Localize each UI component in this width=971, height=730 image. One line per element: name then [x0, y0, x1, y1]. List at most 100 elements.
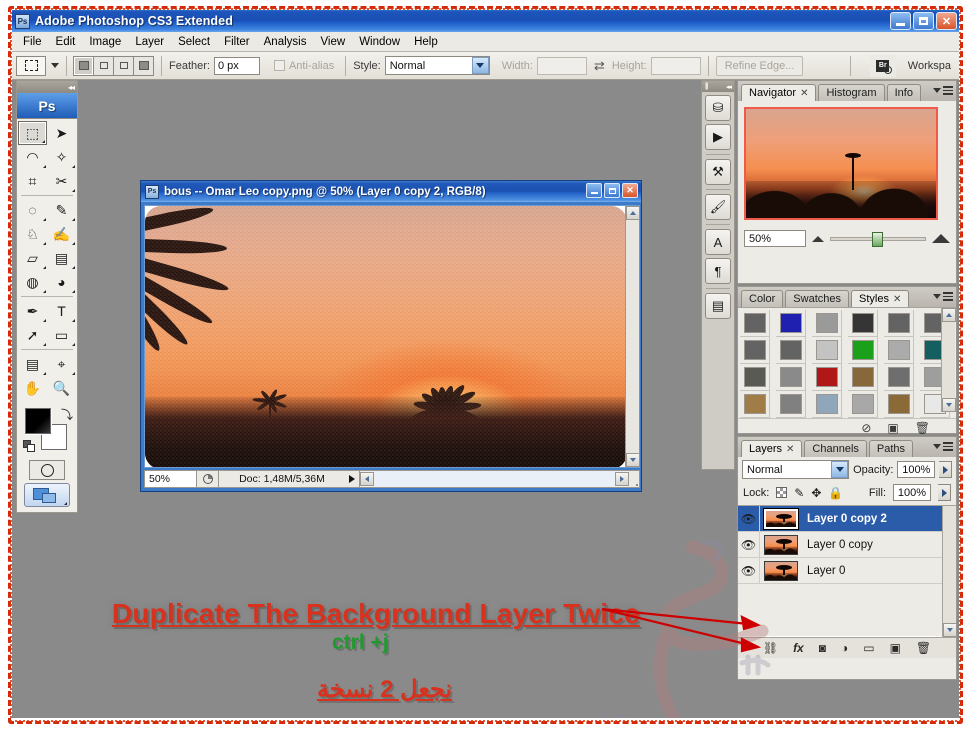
foreground-color-swatch[interactable]: [25, 408, 51, 434]
menu-view[interactable]: View: [313, 34, 352, 50]
close-icon[interactable]: ✕: [786, 444, 794, 455]
style-swatch[interactable]: [884, 310, 914, 337]
screen-mode-button[interactable]: [24, 483, 70, 507]
scroll-up-button[interactable]: [942, 308, 956, 322]
lock-transparent-pixels-icon[interactable]: [776, 487, 788, 498]
eraser-tool[interactable]: ▱: [18, 246, 47, 270]
quick-mask-button[interactable]: [29, 460, 65, 480]
resize-grip[interactable]: [629, 471, 639, 487]
style-swatch[interactable]: [740, 364, 770, 391]
close-icon[interactable]: ✕: [893, 294, 901, 305]
clone-stamp-tool[interactable]: ♘: [18, 222, 47, 246]
layer-thumbnail[interactable]: [763, 507, 799, 530]
style-swatch[interactable]: [776, 364, 806, 391]
scroll-down-button[interactable]: [626, 453, 639, 467]
zoom-slider-handle[interactable]: [872, 231, 884, 247]
width-input[interactable]: [536, 56, 587, 75]
scroll-down-button[interactable]: [942, 398, 956, 412]
lock-position-icon[interactable]: ✥: [811, 486, 821, 500]
history-brush-tool[interactable]: ✍: [47, 222, 76, 246]
close-icon[interactable]: ✕: [800, 88, 808, 99]
delete-layer-icon[interactable]: 🗑: [916, 641, 931, 655]
fill-slider-button[interactable]: [938, 484, 951, 501]
dodge-tool[interactable]: ◕: [47, 270, 76, 294]
scroll-up-button[interactable]: [626, 206, 639, 220]
scroll-right-button[interactable]: [615, 472, 629, 486]
go-to-bridge-button[interactable]: Br: [869, 54, 896, 77]
layer-thumbnail[interactable]: [764, 534, 798, 555]
layer-thumbnail[interactable]: [764, 560, 798, 581]
style-swatch[interactable]: [740, 391, 770, 418]
menu-layer[interactable]: Layer: [128, 34, 171, 50]
document-maximize-button[interactable]: [604, 183, 620, 198]
style-swatch[interactable]: [848, 391, 878, 418]
menu-analysis[interactable]: Analysis: [257, 34, 314, 50]
blur-tool[interactable]: ◍: [18, 270, 47, 294]
layers-scrollbar[interactable]: [942, 506, 957, 637]
style-swatch[interactable]: [884, 364, 914, 391]
tool-preset-picker[interactable]: [16, 55, 46, 76]
style-swatch[interactable]: [812, 391, 842, 418]
menu-edit[interactable]: Edit: [49, 34, 83, 50]
tab-info[interactable]: Info: [886, 84, 921, 101]
menu-select[interactable]: Select: [171, 34, 217, 50]
new-selection-button[interactable]: [73, 55, 94, 76]
tab-channels[interactable]: Channels: [804, 440, 867, 457]
layer-style-icon[interactable]: fx: [793, 641, 804, 655]
crop-tool[interactable]: ⌗: [18, 169, 47, 193]
styles-scrollbar[interactable]: [941, 308, 956, 412]
styles-panel-menu-button[interactable]: [933, 292, 953, 301]
style-select[interactable]: Normal: [384, 56, 490, 75]
workspace-label[interactable]: Workspa: [908, 60, 951, 72]
tools-panel-grip[interactable]: ◂◂: [17, 81, 77, 93]
lasso-tool[interactable]: ◠: [18, 145, 47, 169]
proof-setup-button[interactable]: [197, 471, 219, 487]
layer-comps-icon[interactable]: ▤: [705, 293, 731, 319]
close-button[interactable]: ✕: [936, 12, 957, 30]
document-horizontal-scrollbar[interactable]: [359, 471, 629, 487]
path-selection-tool[interactable]: ➚: [18, 323, 47, 347]
navigator-panel-menu-button[interactable]: [933, 86, 953, 95]
style-swatch[interactable]: [812, 310, 842, 337]
gradient-tool[interactable]: ▤: [47, 246, 76, 270]
style-swatch[interactable]: [776, 310, 806, 337]
menu-image[interactable]: Image: [82, 34, 128, 50]
style-swatch[interactable]: [776, 337, 806, 364]
table-row[interactable]: 👁 Layer 0: [738, 557, 956, 584]
blend-mode-select[interactable]: Normal: [742, 460, 850, 479]
brushes-icon[interactable]: 🖌: [705, 194, 731, 220]
pen-tool[interactable]: ✒: [18, 299, 47, 323]
new-layer-icon[interactable]: ▣: [890, 641, 901, 655]
zoom-tool[interactable]: 🔍: [47, 376, 76, 400]
dock-grip[interactable]: ||| ◂◂: [702, 81, 734, 92]
minimize-button[interactable]: [890, 12, 911, 30]
maximize-button[interactable]: [913, 12, 934, 30]
new-group-icon[interactable]: ▭: [863, 641, 874, 655]
eyedropper-tool[interactable]: ⌖: [47, 352, 76, 376]
tab-navigator[interactable]: Navigator ✕: [741, 84, 817, 101]
slice-tool[interactable]: ✂: [47, 169, 76, 193]
tab-styles[interactable]: Styles ✕: [851, 290, 910, 307]
layer-mask-icon[interactable]: ◙: [819, 641, 826, 655]
fill-value[interactable]: 100%: [893, 484, 931, 501]
table-row[interactable]: 👁 Layer 0 copy: [738, 531, 956, 558]
scroll-left-button[interactable]: [360, 472, 374, 486]
rectangle-shape-tool[interactable]: ▭: [47, 323, 76, 347]
hand-tool[interactable]: ✋: [18, 376, 47, 400]
add-to-selection-button[interactable]: [93, 55, 114, 76]
tab-paths[interactable]: Paths: [868, 440, 914, 457]
bridge-icon[interactable]: ⛁: [705, 95, 731, 121]
tab-swatches[interactable]: Swatches: [785, 290, 849, 307]
swap-dimensions-icon[interactable]: ⇄: [594, 58, 605, 74]
style-swatch[interactable]: [740, 310, 770, 337]
delete-style-icon[interactable]: 🗑: [915, 421, 930, 435]
animation-icon[interactable]: ▶: [705, 124, 731, 150]
style-swatch[interactable]: [740, 337, 770, 364]
small-mountain-icon[interactable]: [812, 235, 824, 242]
link-layers-icon[interactable]: ⛓: [763, 641, 778, 655]
feather-input[interactable]: 0 px: [213, 56, 260, 75]
tab-color[interactable]: Color: [741, 290, 784, 307]
style-swatch[interactable]: [776, 391, 806, 418]
style-swatch[interactable]: [884, 337, 914, 364]
menu-filter[interactable]: Filter: [217, 34, 257, 50]
